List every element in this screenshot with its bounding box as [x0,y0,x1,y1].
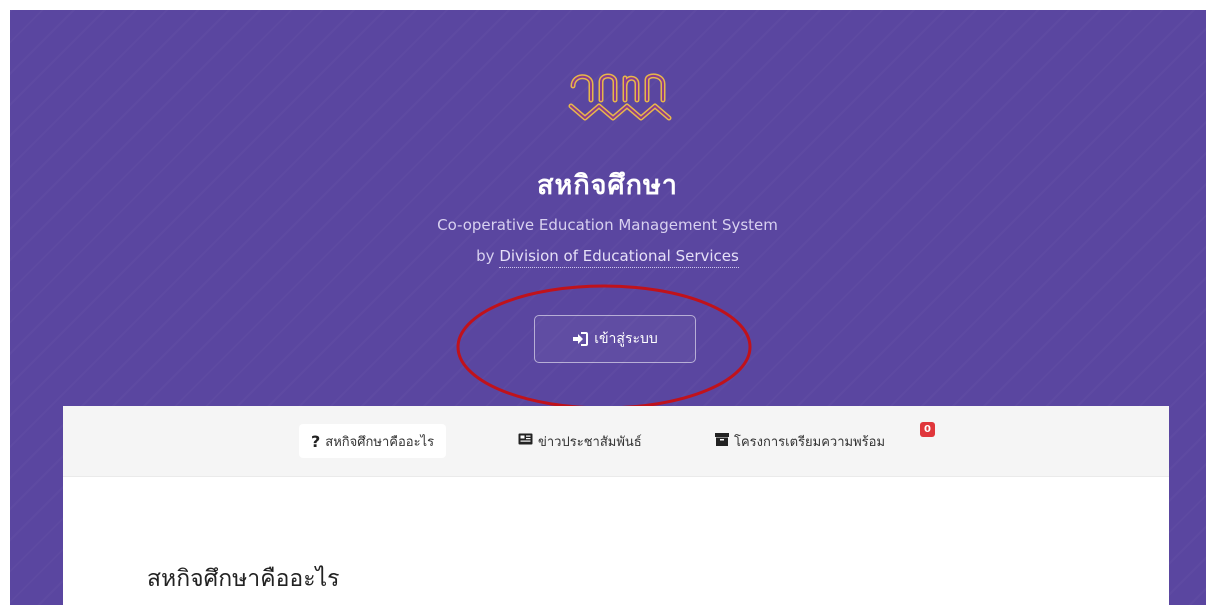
tab-news[interactable]: ข่าวประชาสัมพันธ์ [518,424,642,458]
byline-prefix: by [476,247,495,265]
sign-in-icon [572,332,589,346]
tab-preparation-program[interactable]: โครงการเตรียมความพร้อม [715,424,885,458]
tab-label: โครงการเตรียมความพร้อม [734,434,886,450]
archive-icon [715,432,729,450]
tab-label: ข่าวประชาสัมพันธ์ [538,434,642,450]
section-title: สหกิจศึกษาคืออะไร [147,565,340,591]
question-icon: ? [311,431,321,451]
notification-badge: 0 [920,422,935,437]
tab-what-is-coop[interactable]: ? สหกิจศึกษาคืออะไร [299,424,447,458]
tab-label: สหกิจศึกษาคืออะไร [325,434,435,450]
app-subtitle: Co-operative Education Management System [437,216,778,234]
cmu-logo-icon [568,73,672,121]
tabs-bar: ? สหกิจศึกษาคืออะไร ข่าวประชาสัมพันธ์ โค… [63,406,1169,477]
newspaper-icon [518,433,533,449]
page: สหกิจศึกษา Co-operative Education Manage… [0,0,1215,605]
byline: by Division of Educational Services [0,247,1215,268]
app-title: สหกิจศึกษา [537,170,678,201]
division-link[interactable]: Division of Educational Services [499,247,739,268]
login-label: เข้าสู่ระบบ [594,331,658,347]
content-panel: ? สหกิจศึกษาคืออะไร ข่าวประชาสัมพันธ์ โค… [63,406,1169,605]
login-button[interactable]: เข้าสู่ระบบ [534,315,696,363]
